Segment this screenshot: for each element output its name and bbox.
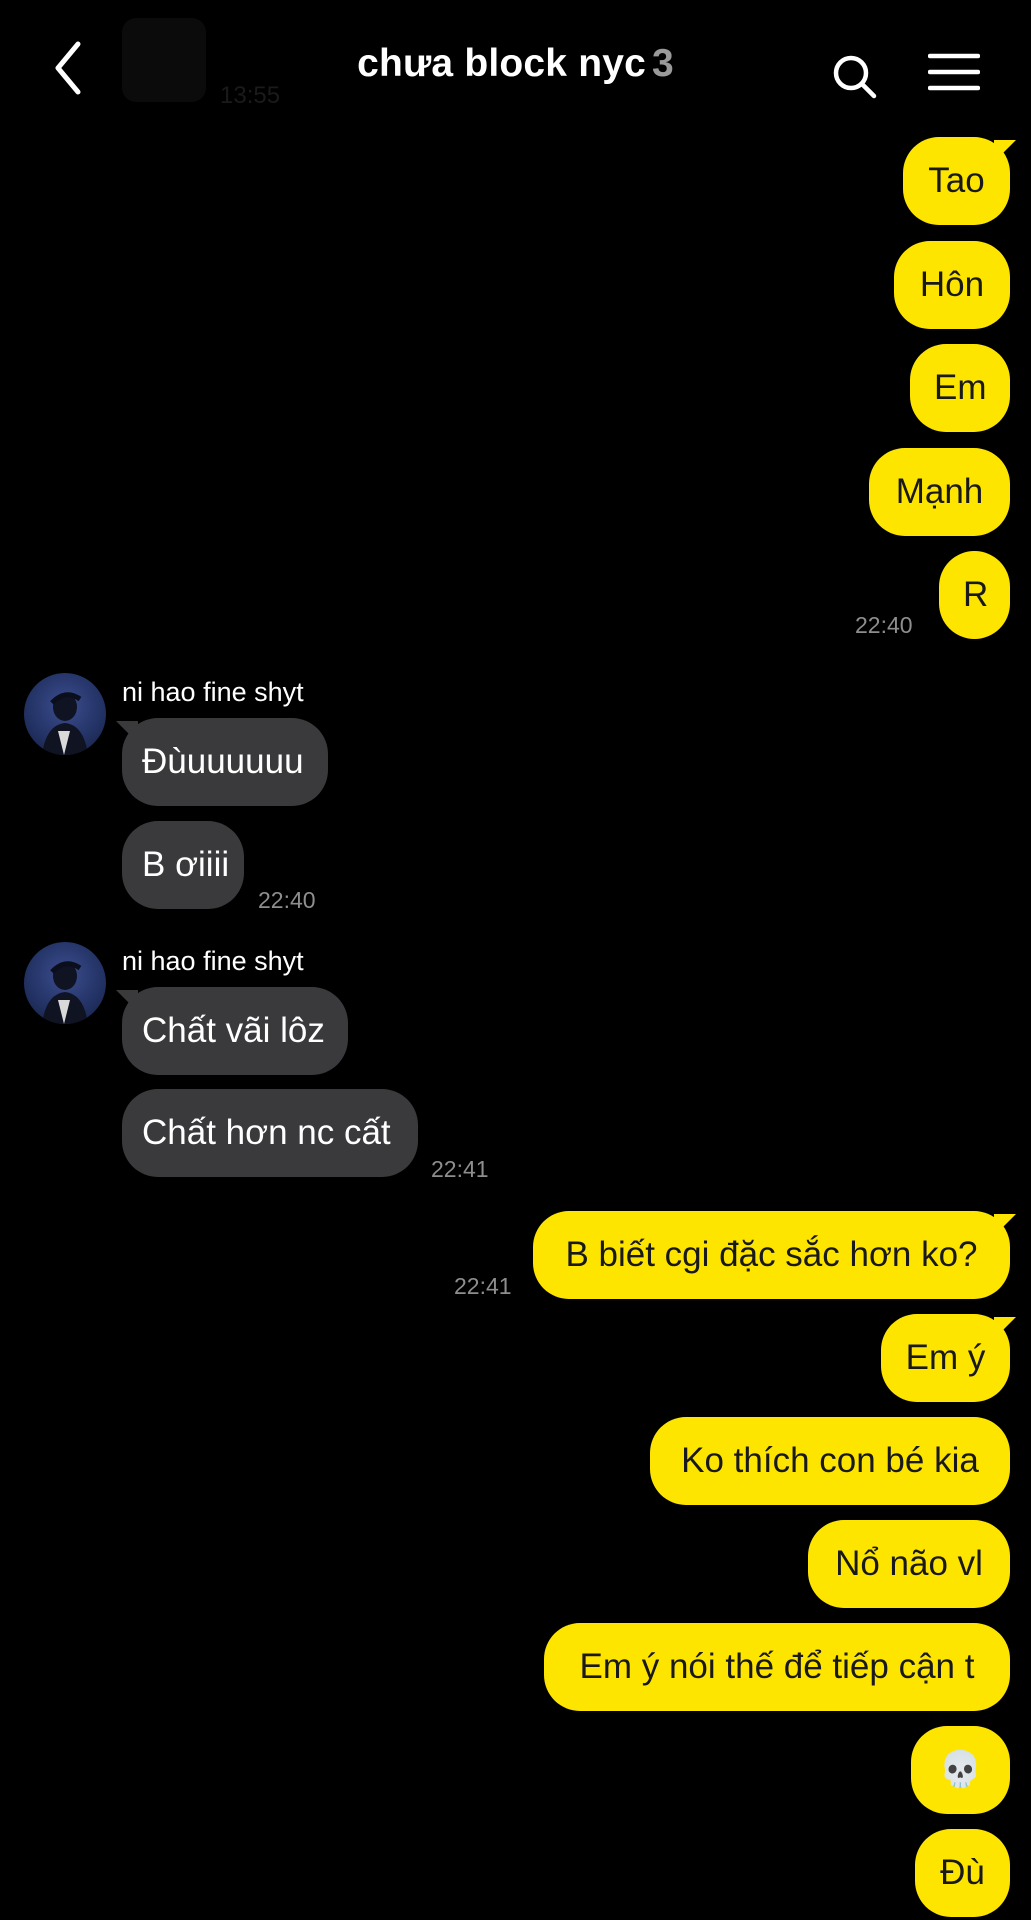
incoming-message[interactable]: B ơiiii — [122, 821, 244, 909]
hamburger-menu-icon — [927, 53, 981, 91]
message-timestamp: 22:40 — [258, 887, 316, 913]
avatar-image — [42, 692, 88, 755]
outgoing-message[interactable]: Nổ não vl — [808, 1520, 1010, 1608]
menu-button[interactable] — [927, 52, 981, 92]
outgoing-message[interactable]: Hôn — [894, 241, 1010, 329]
previous-screen-time: 13:55 — [220, 82, 281, 109]
outgoing-message[interactable]: R — [939, 551, 1010, 639]
message-timestamp: 22:41 — [431, 1156, 489, 1182]
sender-name: ni hao fine shyt — [122, 677, 304, 707]
outgoing-message-skull-emoji[interactable]: 💀 — [911, 1726, 1010, 1814]
message-timestamp: 22:40 — [855, 612, 913, 638]
outgoing-message[interactable]: Ko thích con bé kia — [650, 1417, 1010, 1505]
avatar[interactable] — [24, 942, 106, 1024]
outgoing-message[interactable]: Em — [910, 344, 1010, 432]
outgoing-message[interactable]: Mạnh — [869, 448, 1010, 536]
avatar[interactable] — [24, 673, 106, 755]
incoming-message[interactable]: Đùuuuuuu — [122, 718, 328, 806]
chat-name: chưa block nyc — [357, 42, 647, 85]
outgoing-message[interactable]: Đù — [915, 1829, 1010, 1917]
sender-name: ni hao fine shyt — [122, 946, 304, 976]
message-timestamp: 22:41 — [454, 1273, 512, 1299]
outgoing-message[interactable]: Tao — [903, 137, 1010, 225]
outgoing-message[interactable]: Em ý — [881, 1314, 1010, 1402]
incoming-message[interactable]: Chất vãi lôz — [122, 987, 348, 1075]
member-count: 3 — [652, 42, 674, 85]
chat-header: 13:55 chưa block nyc 3 — [0, 0, 1031, 135]
search-icon — [833, 55, 877, 99]
incoming-message[interactable]: Chất hơn nc cất — [122, 1089, 418, 1177]
avatar-image — [42, 961, 88, 1024]
outgoing-message[interactable]: Em ý nói thế để tiếp cận t — [544, 1623, 1010, 1711]
search-button[interactable] — [830, 52, 880, 102]
outgoing-message[interactable]: B biết cgi đặc sắc hơn ko? — [533, 1211, 1010, 1299]
